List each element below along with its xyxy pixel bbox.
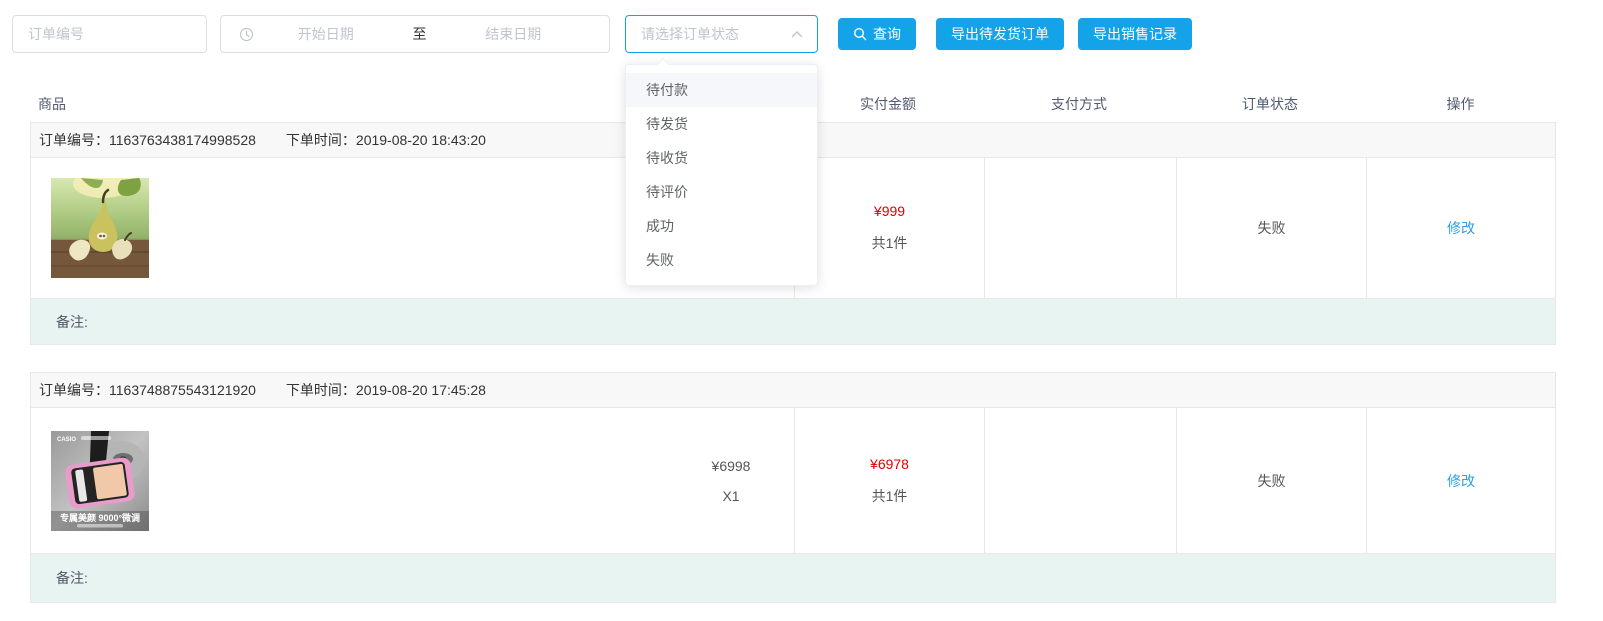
remark-label: 备注: bbox=[56, 312, 88, 332]
status-select-placeholder: 请选择订单状态 bbox=[626, 24, 791, 44]
date-range-separator: 至 bbox=[398, 24, 442, 44]
order-status-value: 失败 bbox=[1258, 471, 1286, 491]
order-card-header: 订单编号：1163748875543121920 下单时间：2019-08-20… bbox=[31, 373, 1555, 408]
remark-label: 备注: bbox=[56, 568, 88, 588]
paid-count: 共1件 bbox=[870, 486, 909, 506]
product-image-camera: 专属美颜 9000°微调 CASIO bbox=[51, 431, 149, 531]
header-pay-method: 支付方式 bbox=[983, 94, 1175, 114]
order-number-input[interactable] bbox=[12, 15, 207, 53]
status-option-success[interactable]: 成功 bbox=[626, 209, 817, 243]
order-number-value: 1163748875543121920 bbox=[109, 382, 256, 398]
magnifier-icon bbox=[853, 27, 867, 41]
action-cell: 修改 bbox=[1366, 158, 1555, 298]
header-action: 操作 bbox=[1365, 94, 1556, 114]
order-row: 专属美颜 9000°微调 CASIO ¥6998 X1 ¥6978 共1件 bbox=[31, 408, 1555, 553]
order-number-label: 订单编号： bbox=[39, 130, 109, 150]
product-image-caption: 专属美颜 9000°微调 bbox=[60, 512, 140, 523]
order-status-cell: 失败 bbox=[1176, 408, 1366, 553]
clock-icon bbox=[239, 27, 254, 42]
export-sales-records-button[interactable]: 导出销售记录 bbox=[1078, 18, 1192, 50]
order-number-label: 订单编号： bbox=[39, 380, 109, 400]
order-time-value: 2019-08-20 17:45:28 bbox=[356, 382, 486, 398]
status-option-pending-receipt[interactable]: 待收货 bbox=[626, 141, 817, 175]
date-range-picker[interactable]: 开始日期 至 结束日期 bbox=[220, 15, 610, 53]
paid-amount-cell: ¥999 共1件 bbox=[794, 158, 984, 298]
filter-toolbar: 开始日期 至 结束日期 请选择订单状态 查询 导出待发货订单 导出销售记录 待付… bbox=[12, 15, 1603, 53]
order-time-label: 下单时间： bbox=[286, 132, 356, 148]
status-option-pending-payment[interactable]: 待付款 bbox=[626, 73, 817, 107]
paid-count: 共1件 bbox=[872, 233, 908, 253]
paid-amount: ¥6978 bbox=[870, 456, 909, 472]
product-image-brand: CASIO bbox=[57, 437, 76, 443]
quantity: X1 bbox=[696, 488, 766, 504]
unit-price: ¥6998 bbox=[696, 458, 766, 474]
status-option-pending-review[interactable]: 待评价 bbox=[626, 175, 817, 209]
end-date-placeholder[interactable]: 结束日期 bbox=[442, 24, 586, 44]
order-status-value: 失败 bbox=[1258, 218, 1286, 238]
start-date-placeholder[interactable]: 开始日期 bbox=[254, 24, 398, 44]
order-remark-row: 备注: bbox=[31, 298, 1555, 344]
product-image-pear bbox=[51, 178, 149, 278]
paid-amount-cell: ¥6978 共1件 bbox=[794, 408, 984, 553]
export-pending-orders-button[interactable]: 导出待发货订单 bbox=[936, 18, 1064, 50]
search-button-label: 查询 bbox=[873, 24, 901, 44]
order-time-value: 2019-08-20 18:43:20 bbox=[356, 132, 486, 148]
header-paid-amount: 实付金额 bbox=[793, 94, 983, 114]
edit-order-link[interactable]: 修改 bbox=[1447, 218, 1475, 238]
unit-price-block: ¥6998 X1 bbox=[696, 458, 766, 504]
header-order-status: 订单状态 bbox=[1175, 94, 1365, 114]
order-time-label: 下单时间： bbox=[286, 382, 356, 398]
paid-amount: ¥999 bbox=[872, 203, 908, 219]
order-remark-row: 备注: bbox=[31, 553, 1555, 602]
order-status-dropdown: 待付款 待发货 待收货 待评价 成功 失败 bbox=[625, 64, 818, 286]
status-option-pending-shipment[interactable]: 待发货 bbox=[626, 107, 817, 141]
pay-method-cell bbox=[984, 408, 1176, 553]
order-card: 订单编号：1163748875543121920 下单时间：2019-08-20… bbox=[30, 372, 1556, 603]
action-cell: 修改 bbox=[1366, 408, 1555, 553]
goods-cell: 专属美颜 9000°微调 CASIO ¥6998 X1 bbox=[31, 408, 794, 553]
pay-method-cell bbox=[984, 158, 1176, 298]
chevron-up-icon bbox=[791, 30, 803, 38]
order-number-value: 1163763438174998528 bbox=[109, 132, 256, 148]
status-option-failed[interactable]: 失败 bbox=[626, 243, 817, 277]
order-status-select[interactable]: 请选择订单状态 bbox=[625, 15, 818, 53]
edit-order-link[interactable]: 修改 bbox=[1447, 471, 1475, 491]
search-button[interactable]: 查询 bbox=[838, 18, 916, 50]
order-status-cell: 失败 bbox=[1176, 158, 1366, 298]
